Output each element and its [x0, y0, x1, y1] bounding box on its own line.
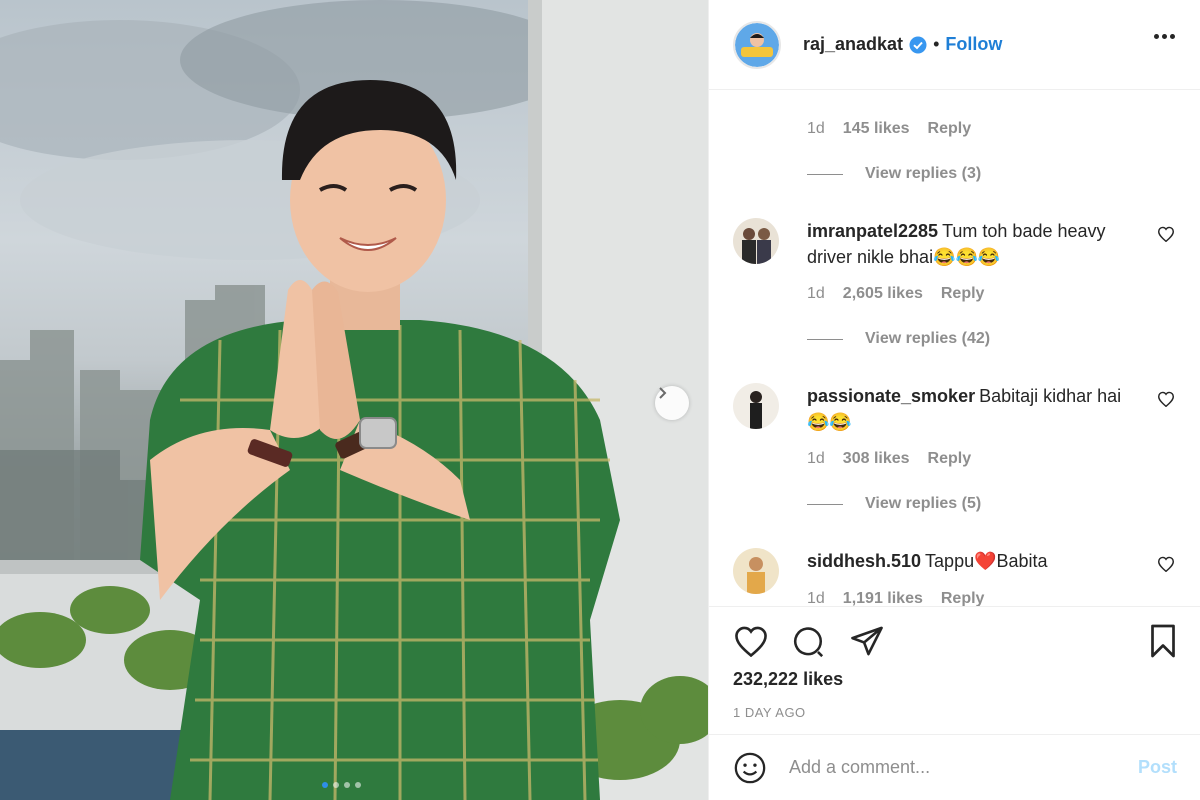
commenter-username[interactable]: imranpatel2285 — [807, 221, 938, 241]
bookmark-icon[interactable] — [1147, 623, 1179, 659]
carousel-dot — [322, 782, 328, 788]
like-comment-heart-icon[interactable] — [1157, 556, 1175, 577]
reply-button[interactable]: Reply — [928, 120, 972, 138]
post-timestamp: 1 DAY AGO — [733, 705, 806, 720]
post-actions: 232,222 likes 1 DAY AGO — [709, 606, 1200, 734]
reply-button[interactable]: Reply — [941, 590, 985, 606]
replies-divider — [807, 173, 843, 175]
commenter-username[interactable]: siddhesh.510 — [807, 551, 921, 571]
add-comment-bar: Post — [709, 734, 1200, 800]
author-avatar[interactable] — [733, 20, 781, 69]
reply-button[interactable]: Reply — [941, 285, 985, 303]
replies-divider — [807, 503, 843, 505]
carousel-indicator — [322, 782, 361, 788]
view-replies-button[interactable]: View replies (3) — [807, 165, 981, 183]
post-side-panel: raj_anadkat • Follow 1d 145 likes Reply … — [708, 0, 1200, 800]
comment-meta: 1d 2,605 likes Reply — [807, 285, 984, 303]
carousel-dot — [355, 782, 361, 788]
post-header: raj_anadkat • Follow — [709, 0, 1200, 90]
post-comment-button[interactable]: Post — [1138, 757, 1177, 778]
photo-illustration — [0, 0, 708, 800]
comment-age: 1d — [807, 590, 825, 606]
view-replies-label: View replies (5) — [865, 495, 982, 512]
carousel-dot — [333, 782, 339, 788]
likes-count[interactable]: 232,222 likes — [733, 669, 843, 690]
separator-dot: • — [933, 34, 940, 54]
view-replies-label: View replies (42) — [865, 330, 991, 347]
commenter-avatar[interactable] — [733, 218, 779, 264]
emoji-icon[interactable] — [733, 751, 767, 785]
view-replies-label: View replies (3) — [865, 165, 982, 182]
comment-text-block: siddhesh.510 Tappu❤️Babita — [807, 548, 1127, 574]
commenter-avatar[interactable] — [733, 383, 779, 429]
view-replies-button[interactable]: View replies (42) — [807, 330, 990, 348]
heart-icon[interactable] — [733, 625, 769, 657]
comment-meta: 1d 145 likes Reply — [807, 120, 971, 138]
post-photo[interactable] — [0, 0, 708, 800]
comment-text: Tappu❤️Babita — [925, 551, 1048, 571]
comments-list[interactable]: 1d 145 likes Reply View replies (3) imra… — [709, 90, 1200, 606]
share-icon[interactable] — [849, 625, 885, 657]
avatar-image — [735, 22, 779, 67]
comment-likes[interactable]: 308 likes — [843, 450, 910, 468]
comment-text-block: imranpatel2285 Tum toh bade heavy driver … — [807, 218, 1127, 270]
like-comment-heart-icon[interactable] — [1157, 391, 1175, 412]
comment-likes[interactable]: 145 likes — [843, 120, 910, 138]
verified-badge-icon — [909, 36, 927, 54]
commenter-avatar[interactable] — [733, 548, 779, 594]
replies-divider — [807, 338, 843, 340]
author-username[interactable]: raj_anadkat — [803, 34, 903, 55]
comment-meta: 1d 1,191 likes Reply — [807, 590, 984, 606]
comment-text-block: passionate_smoker Babitaji kidhar hai😂😂 — [807, 383, 1127, 435]
view-replies-button[interactable]: View replies (5) — [807, 495, 981, 513]
carousel-next-button[interactable] — [655, 386, 689, 420]
comment-likes[interactable]: 1,191 likes — [843, 590, 923, 606]
comment-age: 1d — [807, 285, 825, 302]
commenter-username[interactable]: passionate_smoker — [807, 386, 975, 406]
comment-likes[interactable]: 2,605 likes — [843, 285, 923, 303]
comment-meta: 1d 308 likes Reply — [807, 450, 971, 468]
carousel-dot — [344, 782, 350, 788]
like-comment-heart-icon[interactable] — [1157, 226, 1175, 247]
comment-age: 1d — [807, 450, 825, 467]
chevron-right-icon — [659, 387, 667, 399]
follow-button[interactable]: Follow — [945, 34, 1002, 55]
reply-button[interactable]: Reply — [928, 450, 972, 468]
comment-icon[interactable] — [791, 625, 825, 659]
comment-age: 1d — [807, 120, 825, 137]
comment-input[interactable] — [789, 757, 1109, 778]
more-options-icon[interactable] — [1154, 34, 1175, 39]
